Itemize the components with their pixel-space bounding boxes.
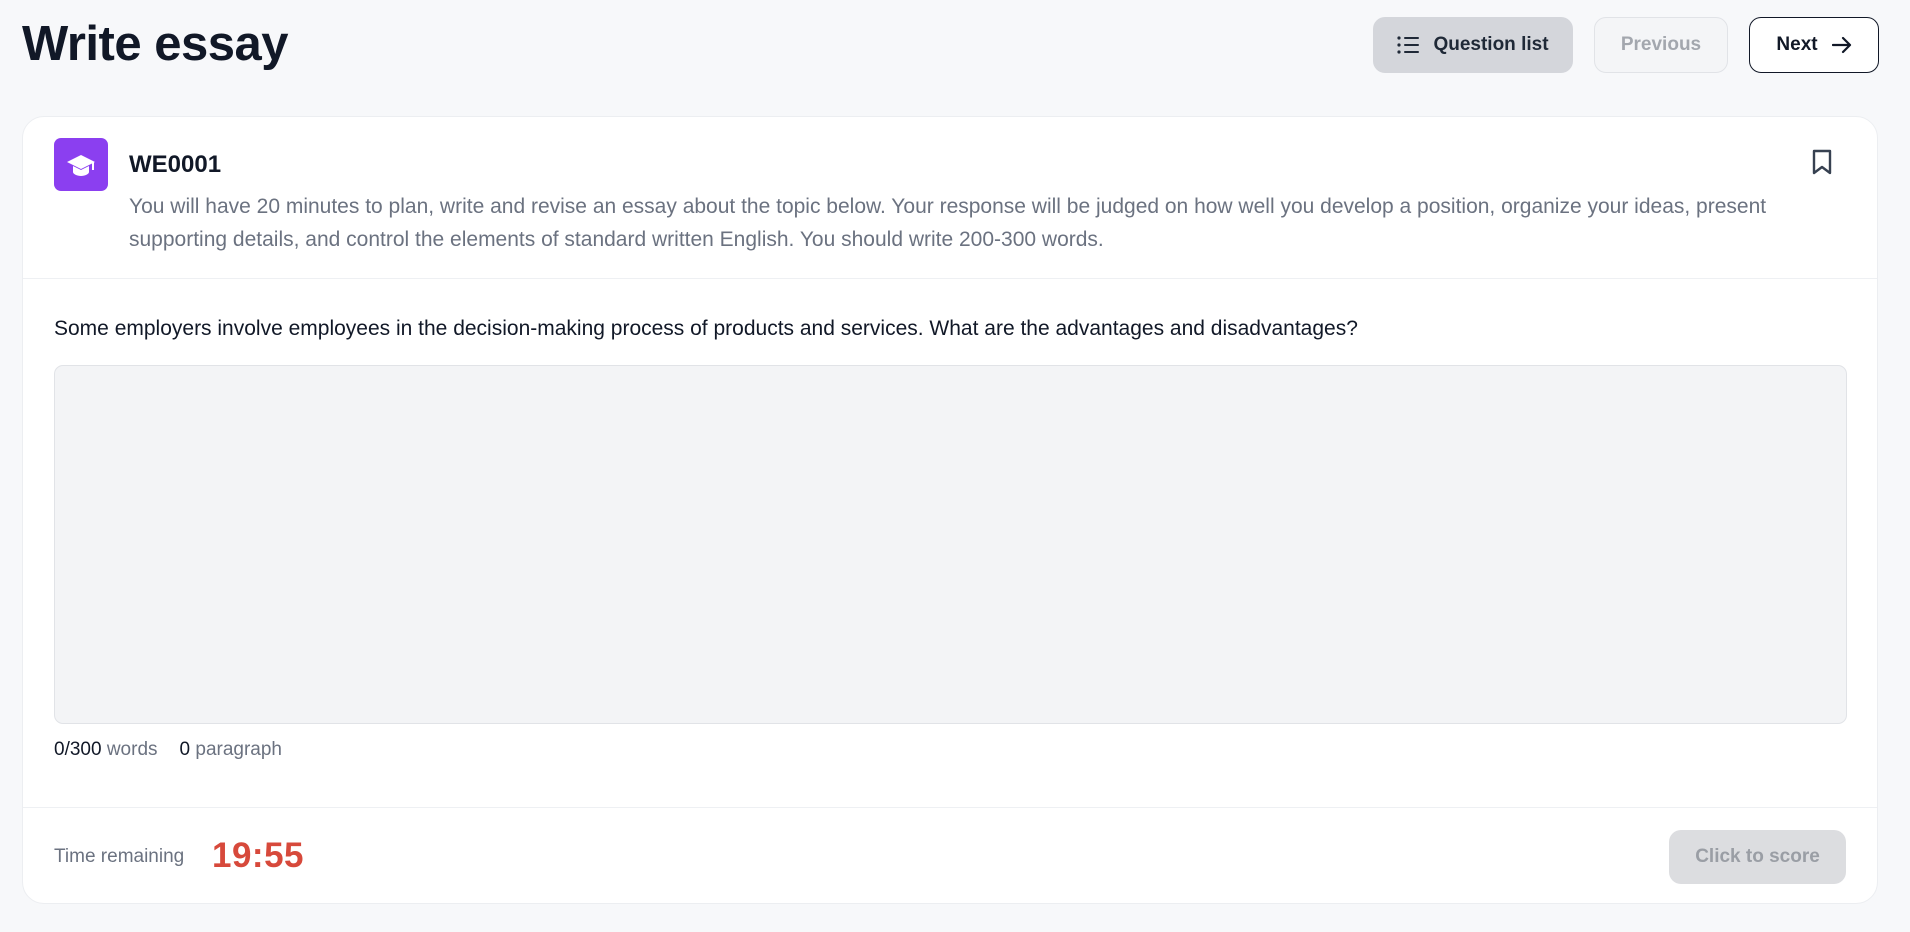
paragraph-count-value: 0 — [179, 739, 191, 760]
paragraph-count-label: paragraph — [195, 739, 282, 760]
word-count-label: words — [106, 739, 158, 760]
question-card: WE0001 You will have 20 minutes to plan,… — [22, 116, 1878, 904]
question-id: WE0001 — [129, 151, 222, 178]
next-label: Next — [1776, 34, 1818, 55]
time-remaining-label: Time remaining — [54, 846, 185, 867]
time-remaining-value: 19:55 — [212, 836, 305, 875]
question-list-button[interactable]: Question list — [1373, 17, 1573, 73]
previous-label: Previous — [1620, 34, 1702, 55]
card-footer: Time remaining 19:55 Click to score — [23, 807, 1877, 904]
next-button[interactable]: Next — [1749, 17, 1879, 73]
graduation-cap-icon — [67, 154, 95, 176]
score-button[interactable]: Click to score — [1669, 830, 1846, 884]
paragraph-count: 0 paragraph — [180, 739, 282, 761]
bookmark-button[interactable] — [1811, 149, 1833, 180]
page-title: Write essay — [22, 17, 289, 71]
list-icon — [1397, 36, 1420, 54]
bookmark-icon — [1812, 149, 1832, 175]
question-type-badge — [54, 138, 108, 191]
word-count: 0/300 words — [54, 739, 158, 761]
question-list-label: Question list — [1433, 34, 1549, 55]
word-count-value: 0/300 — [54, 739, 102, 760]
word-counts: 0/300 words 0 paragraph — [54, 739, 282, 761]
arrow-right-icon — [1831, 36, 1851, 54]
score-label: Click to score — [1695, 846, 1820, 867]
navigation-buttons: Question list Previous Next — [1373, 17, 1879, 73]
question-header: WE0001 You will have 20 minutes to plan,… — [23, 117, 1877, 279]
essay-input[interactable] — [54, 365, 1847, 724]
previous-button[interactable]: Previous — [1594, 17, 1728, 73]
essay-prompt: Some employers involve employees in the … — [54, 317, 1358, 340]
question-instructions: You will have 20 minutes to plan, write … — [129, 195, 1767, 251]
